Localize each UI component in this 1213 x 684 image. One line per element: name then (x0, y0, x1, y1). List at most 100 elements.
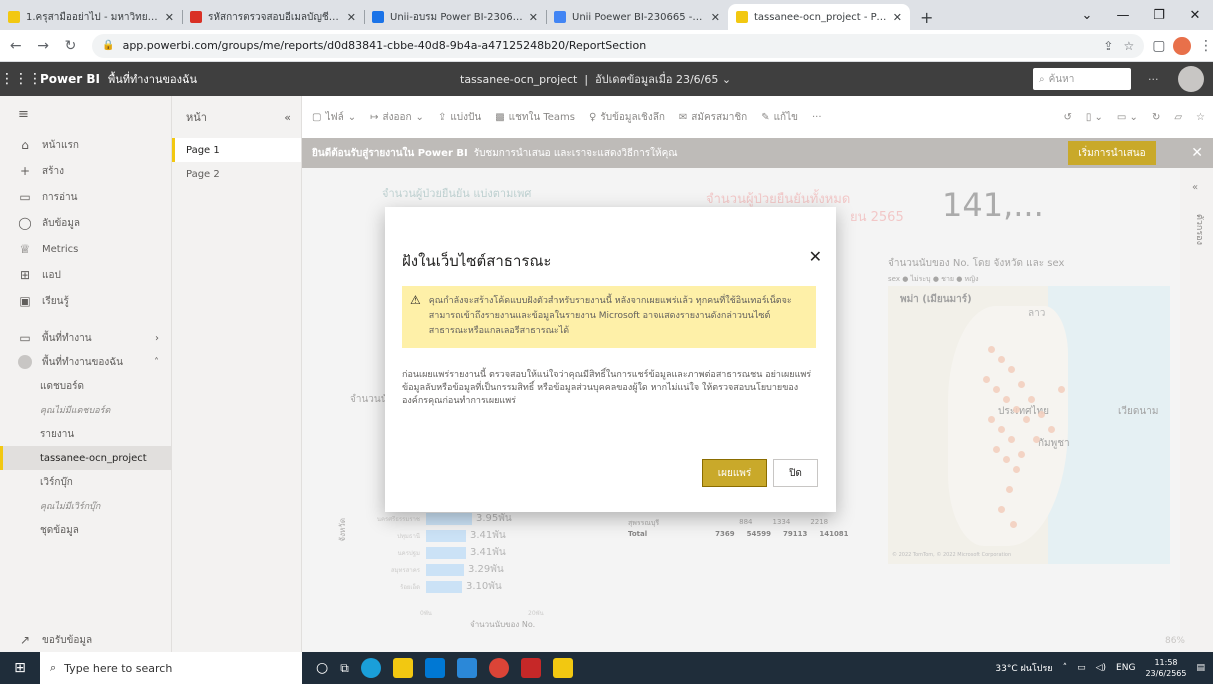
pages-header: หน้า (186, 111, 207, 124)
sidepanel-icon[interactable]: ▢ (1152, 38, 1165, 54)
sidebar-item[interactable]: ▭ การอ่าน (0, 184, 171, 210)
export-menu[interactable]: ↦ ส่งออก ⌄ (370, 110, 424, 125)
tab-close-icon[interactable]: ✕ (711, 11, 720, 24)
expand-icon[interactable]: « (1192, 182, 1198, 193)
start-tour-button[interactable]: เริ่มการนำเสนอ (1068, 141, 1156, 165)
page-tab[interactable]: Page 1 (172, 138, 301, 162)
view-icon[interactable]: ▭ ⌄ (1117, 112, 1138, 123)
sidebar-item[interactable]: ⊞ แอป (0, 262, 171, 288)
warning-box: ⚠ คุณกำลังจะสร้างโค้ดแบบฝังตัวสำหรับรายง… (402, 286, 816, 348)
network-icon[interactable]: ▭ (1077, 663, 1086, 673)
chrome-icon[interactable] (488, 658, 509, 678)
reset-icon[interactable]: ↺ (1063, 112, 1071, 123)
person-icon (18, 355, 32, 369)
edit-button[interactable]: ✎ แก้ไข (761, 110, 798, 125)
favorite-icon[interactable]: ☆ (1196, 112, 1205, 123)
browser-tab[interactable]: tassanee-ocn_project - Power BI ✕ (728, 4, 910, 30)
dialog-close-icon[interactable]: ✕ (809, 247, 822, 266)
sidebar-subitem[interactable]: tassanee-ocn_project (0, 446, 171, 470)
sidebar-item[interactable]: + สร้าง (0, 158, 171, 184)
hamburger-icon[interactable]: ≡ (0, 96, 171, 132)
teams-button[interactable]: ▩ แชทใน Teams (495, 110, 575, 125)
back-button[interactable]: ← (4, 38, 27, 54)
taskbar-search-input[interactable]: ⌕ Type here to search (40, 652, 302, 684)
export-icon: ↦ (370, 111, 379, 123)
task-view-icon[interactable]: ⧉ (340, 661, 349, 676)
mail-icon[interactable] (456, 658, 477, 678)
insights-button[interactable]: ♀ รับข้อมูลเชิงลึก (589, 110, 665, 125)
page-tab[interactable]: Page 2 (172, 162, 301, 186)
user-avatar[interactable] (1178, 66, 1204, 92)
mail-icon: ✉ (678, 111, 688, 123)
sidebar-item-my-workspace[interactable]: พื้นที่ทำงานของฉัน ˄ (0, 350, 171, 374)
more-options-icon[interactable]: ··· (812, 112, 822, 123)
refresh-icon[interactable]: ↻ (1152, 112, 1160, 123)
brand[interactable]: Power BI (40, 72, 100, 86)
share-icon[interactable]: ⇪ (1103, 39, 1113, 53)
maximize-button[interactable]: ❐ (1141, 8, 1177, 23)
more-icon[interactable]: ··· (1148, 73, 1159, 86)
star-icon[interactable]: ☆ (1123, 39, 1134, 53)
tray-chevron-icon[interactable]: ˄ (1063, 663, 1068, 673)
subscribe-button[interactable]: ✉ สมัครสมาชิก (679, 110, 747, 125)
volume-icon[interactable]: ◁) (1096, 663, 1106, 673)
weather-text[interactable]: 33°C ฝนโปรย (995, 661, 1052, 675)
browser-tab[interactable]: 1.ครุสามืออย่าไป - มหาวิทยาลัยอุบล ✕ (0, 4, 182, 30)
workspace-icon: ▭ (19, 331, 31, 345)
report-title-area[interactable]: tassanee-ocn_project | อัปเดตข้อมูลเมื่อ… (460, 70, 731, 88)
browser-tab[interactable]: Unii Poewer BI-230665 - Google ✕ (546, 4, 728, 30)
tab-search-icon[interactable]: ⌄ (1069, 8, 1105, 23)
workspace-crumb[interactable]: พื้นที่ทำงานของฉัน (108, 70, 197, 88)
sidebar-subitem[interactable]: แดชบอร์ด (0, 374, 171, 398)
action-bar: ▢ ไฟล์ ⌄ ↦ ส่งออก ⌄ ⇪ แบ่งปัน ▩ แชทใน Teams … (302, 96, 1213, 138)
forward-button[interactable]: → (31, 38, 54, 54)
collapse-pages-icon[interactable]: « (284, 111, 291, 124)
new-tab-button[interactable]: + (910, 4, 943, 30)
sidebar-item[interactable]: ♕ Metrics (0, 236, 171, 262)
banner-close-icon[interactable]: ✕ (1191, 145, 1203, 161)
edge-icon[interactable] (360, 658, 381, 678)
file-menu[interactable]: ▢ ไฟล์ ⌄ (312, 110, 356, 125)
share-button[interactable]: ⇪ แบ่งปัน (438, 110, 481, 125)
sidebar-item-workspaces[interactable]: ▭ พื้นที่ทำงาน › (0, 326, 171, 350)
tab-close-icon[interactable]: ✕ (893, 11, 902, 24)
sidebar-item-get-data[interactable]: ↗ ขอรับข้อมูล (0, 628, 92, 652)
store-icon[interactable] (424, 658, 445, 678)
search-input[interactable]: ⌕ ค้นหา (1033, 68, 1131, 90)
minimize-button[interactable]: — (1105, 8, 1141, 23)
tab-close-icon[interactable]: ✕ (529, 11, 538, 24)
tab-close-icon[interactable]: ✕ (347, 11, 356, 24)
browser-tab[interactable]: Unii-อบรม Power BI-2306665 - Go ✕ (364, 4, 546, 30)
dialog-title: ฝังในเว็บไซต์สาธารณะ (402, 252, 552, 270)
profile-avatar[interactable] (1173, 36, 1192, 55)
clock[interactable]: 11:58 23/6/2565 (1145, 657, 1186, 679)
app-launcher-icon[interactable]: ⋮⋮⋮ (0, 71, 42, 87)
zoom-level[interactable]: 86% (1165, 636, 1185, 646)
sidebar-item[interactable]: ▣ เรียนรู้ (0, 288, 171, 314)
sidebar-subitem[interactable]: รายงาน (0, 422, 171, 446)
tab-close-icon[interactable]: ✕ (165, 11, 174, 24)
arrow-icon: ↗ (19, 633, 31, 647)
close-button[interactable]: ปิด (773, 459, 818, 487)
bookmark-icon[interactable]: ▯ ⌄ (1086, 112, 1103, 123)
filters-pane-collapsed[interactable]: « ตัวกรอง (1180, 168, 1213, 652)
red-app-icon[interactable] (520, 658, 541, 678)
file-explorer-icon[interactable] (392, 658, 413, 678)
tab-favicon-icon (8, 11, 20, 23)
menu-icon[interactable]: ⋮ (1199, 38, 1213, 54)
sidebar-item[interactable]: ⌂ หน้าแรก (0, 132, 171, 158)
cortana-icon[interactable]: ○ (316, 660, 328, 676)
notification-icon[interactable]: ▤ (1196, 663, 1205, 673)
browser-tab[interactable]: รหัสการตรวจสอบอีเมลบัญชี Ubon Ra ✕ (182, 4, 364, 30)
windows-start-icon[interactable]: ⊞ (0, 660, 40, 676)
sidebar-subitem[interactable]: ชุดข้อมูล (0, 518, 171, 542)
url-input[interactable]: 🔒 app.powerbi.com/groups/me/reports/d0d8… (92, 33, 1145, 58)
powerbi-icon[interactable] (552, 658, 573, 678)
sidebar-subitem[interactable]: เวิร์กบุ๊ก (0, 470, 171, 494)
reload-button[interactable]: ↻ (59, 38, 82, 54)
close-window-button[interactable]: ✕ (1177, 8, 1213, 23)
lang-indicator[interactable]: ENG (1116, 663, 1135, 673)
comment-icon[interactable]: ▱ (1174, 112, 1182, 123)
sidebar-item[interactable]: ◯ ลับข้อมูล (0, 210, 171, 236)
publish-button[interactable]: เผยแพร่ (702, 459, 767, 487)
